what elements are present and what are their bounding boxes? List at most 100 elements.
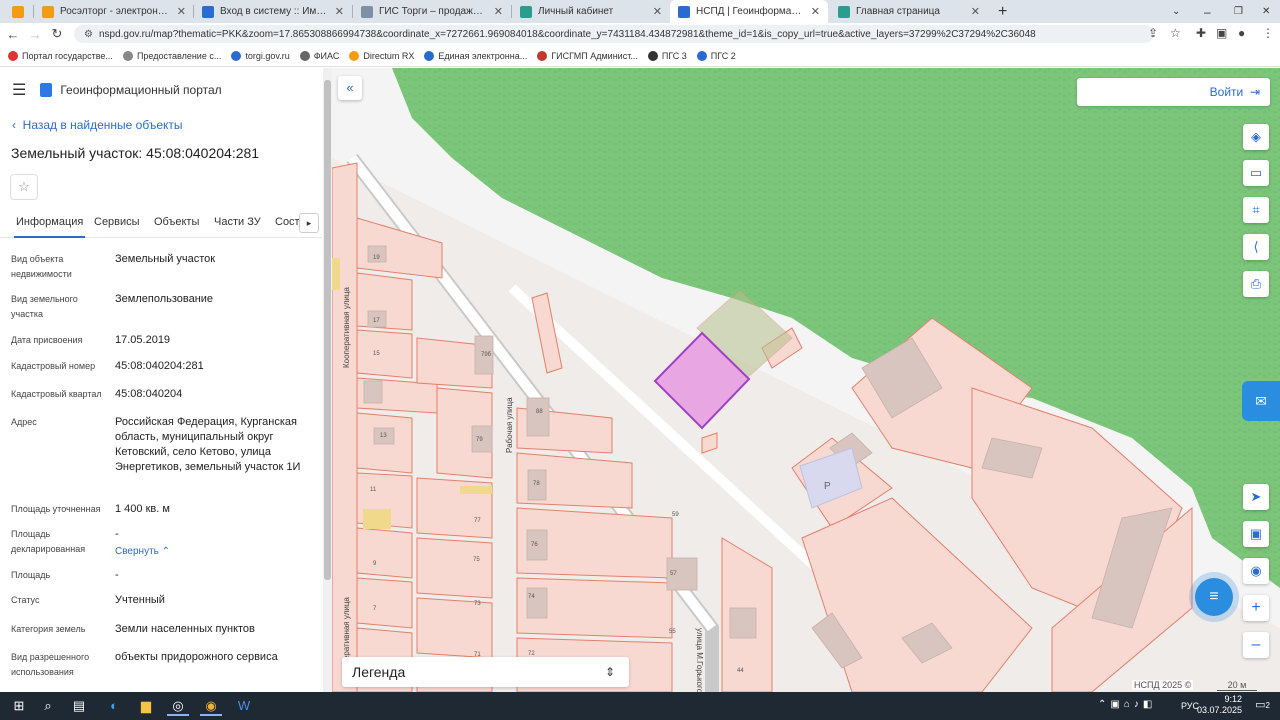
windows-start-icon[interactable]: ⊞ <box>8 696 30 716</box>
profile-icon[interactable]: ● <box>1238 26 1245 40</box>
bookmark-item[interactable]: Единая электронна... <box>424 50 527 61</box>
map-layer[interactable]: Кооперативная улица Рабочая улица улица … <box>332 68 1280 692</box>
back-arrow-icon[interactable]: ← <box>2 27 24 42</box>
geolocation-icon[interactable]: ➤ <box>1243 484 1269 510</box>
bookmark-star-icon[interactable]: ☆ <box>1170 26 1181 40</box>
parcel-number: 79б <box>481 352 492 358</box>
tab-close-icon[interactable]: ✕ <box>653 5 662 18</box>
parcel-number: 15 <box>373 351 380 357</box>
zoom-in-button[interactable]: + <box>1243 595 1269 621</box>
panel-scrollbar[interactable] <box>323 68 332 692</box>
field-label: Площадь <box>11 570 51 580</box>
login-label: Войти <box>1209 85 1244 99</box>
site-info-icon[interactable]: ⚙ <box>84 29 93 40</box>
location-pin-icon[interactable]: ◉ <box>1243 558 1269 584</box>
back-to-results-link[interactable]: ‹ Назад в найденные объекты <box>12 118 183 132</box>
tab-nspd[interactable]: НСПД | Геоинформационный п ✕ <box>670 0 828 23</box>
field-label: Вид земельного участка <box>11 294 78 319</box>
word-icon[interactable]: W <box>233 696 255 716</box>
tab-close-icon[interactable]: ✕ <box>177 5 186 18</box>
support-icon[interactable]: ✉ <box>1242 381 1280 421</box>
minimize-button[interactable]: – <box>1196 0 1216 23</box>
scrollbar-thumb[interactable] <box>324 80 331 580</box>
sidebar-icon[interactable]: ▣ <box>1216 26 1227 40</box>
reload-icon[interactable]: ↻ <box>46 26 68 42</box>
task-view-icon[interactable]: ▤ <box>68 696 90 716</box>
share-icon[interactable]: ⇪ <box>1148 26 1158 40</box>
tab-parts[interactable]: Части ЗУ <box>212 214 263 238</box>
share-icon[interactable]: ⟨ <box>1243 234 1269 260</box>
chat-icon[interactable]: ≡ <box>1195 578 1233 616</box>
layers-icon[interactable]: ◈ <box>1243 124 1269 150</box>
bookmark-item[interactable]: Предоставление с... <box>122 50 221 61</box>
tab-list-icon[interactable]: ⌄ <box>1164 0 1184 23</box>
tab-main-page[interactable]: Главная страница ✕ <box>830 0 988 23</box>
tab-close-icon[interactable]: ✕ <box>335 5 344 18</box>
field-value: Земли населенных пунктов <box>115 623 255 635</box>
tab-information[interactable]: Информация <box>14 214 86 238</box>
minimap-icon[interactable]: ▣ <box>1243 521 1269 547</box>
new-tab-button[interactable]: + <box>990 0 1014 23</box>
field-value: - <box>115 528 119 540</box>
bookmark-item[interactable]: torgi.gov.ru <box>231 50 290 61</box>
notifications-icon[interactable]: ▭2 <box>1255 698 1270 711</box>
map-canvas[interactable]: Кооперативная улица Рабочая улица улица … <box>332 68 1280 692</box>
search-icon[interactable]: ⌕ <box>37 696 59 716</box>
edge-icon[interactable]: ◐ <box>103 696 125 716</box>
tab-objects[interactable]: Объекты <box>152 214 201 238</box>
print-icon[interactable]: ⎙ <box>1243 271 1269 297</box>
legend-dropdown[interactable]: Легенда ⇕ <box>342 657 629 687</box>
zoom-out-button[interactable]: – <box>1243 632 1269 658</box>
bookmark-item[interactable]: ПГС 2 <box>696 50 736 61</box>
bookmark-item[interactable]: Портал государстве... <box>8 50 113 61</box>
extensions-icon[interactable]: ✚ <box>1196 26 1206 40</box>
url-field[interactable]: ⚙ nspd.gov.ru/map?thematic=PKK&zoom=17.8… <box>74 25 1154 43</box>
bookmark-item[interactable]: ПГС 3 <box>647 50 687 61</box>
parcel-number: 74 <box>528 594 535 600</box>
parcel <box>356 527 413 579</box>
tab-favicon-icon <box>202 5 214 18</box>
tab-gis-torgi[interactable]: ГИС Торги – продажи государст ✕ <box>353 0 511 23</box>
collapse-label: Свернуть <box>115 546 159 557</box>
tab-close-icon[interactable]: ✕ <box>494 5 503 18</box>
tab-imushchestvo[interactable]: Вход в систему :: Имущественн ✕ <box>194 0 352 23</box>
bookmark-item[interactable]: ГИСГМП Админист... <box>537 50 638 61</box>
login-button[interactable]: Войти ⇥ <box>1077 78 1270 106</box>
tab-services[interactable]: Сервисы <box>92 214 142 238</box>
menu-icon[interactable]: ⋮ <box>1262 26 1274 40</box>
field-value: объекты придорожного сервиса <box>115 651 278 663</box>
field-label: Площадь декларированная <box>11 529 86 554</box>
tab-pinned[interactable] <box>4 0 34 23</box>
field-value: Учтенный <box>115 594 165 606</box>
yellow-area <box>460 486 492 494</box>
collapse-link[interactable]: Свернуть ⌃ <box>115 546 170 557</box>
app-icon[interactable]: ◎ <box>167 696 189 716</box>
ruler-icon[interactable]: ▭ <box>1243 160 1269 186</box>
tab-close-icon[interactable]: ✕ <box>971 5 980 18</box>
scale-bar: 20 м <box>1217 680 1257 691</box>
bookmark-icon <box>537 50 548 61</box>
collapse-panel-icon[interactable]: « <box>338 76 362 100</box>
building <box>526 397 550 437</box>
bookmark-item[interactable]: Directum RX <box>349 50 414 61</box>
bookmark-item[interactable]: ФИАС <box>299 50 339 61</box>
forward-arrow-icon[interactable]: → <box>24 27 46 42</box>
maximize-button[interactable]: ❐ <box>1226 0 1246 23</box>
parcel-number: 73 <box>474 601 481 607</box>
select-area-icon[interactable]: ⌗ <box>1243 197 1269 223</box>
clock[interactable]: 9:12 03.07.2025 <box>1197 694 1242 716</box>
file-explorer-icon[interactable]: ▆ <box>135 696 157 716</box>
tray-icons[interactable]: ⌃▣⌂♪◧ <box>1098 699 1156 710</box>
favorite-star-icon[interactable]: ☆ <box>10 174 38 200</box>
chrome-icon[interactable]: ◉ <box>200 696 222 716</box>
field-value: 45:08:040204 <box>115 388 183 400</box>
field-value: 45:08:040204:281 <box>115 360 204 372</box>
close-window-button[interactable]: ✕ <box>1254 0 1274 23</box>
tab-close-icon[interactable]: ✕ <box>811 5 820 18</box>
tab-roseltorg[interactable]: Росэлторг - электронная торгов ✕ <box>34 0 194 23</box>
tabs-next-arrow-icon[interactable]: ▸ <box>299 213 319 233</box>
field-label: Кадастровый квартал <box>11 389 102 399</box>
hamburger-menu-icon[interactable]: ☰ <box>12 80 26 100</box>
tab-personal-cabinet[interactable]: Личный кабинет ✕ <box>512 0 670 23</box>
parcel-number: 44 <box>737 668 744 674</box>
